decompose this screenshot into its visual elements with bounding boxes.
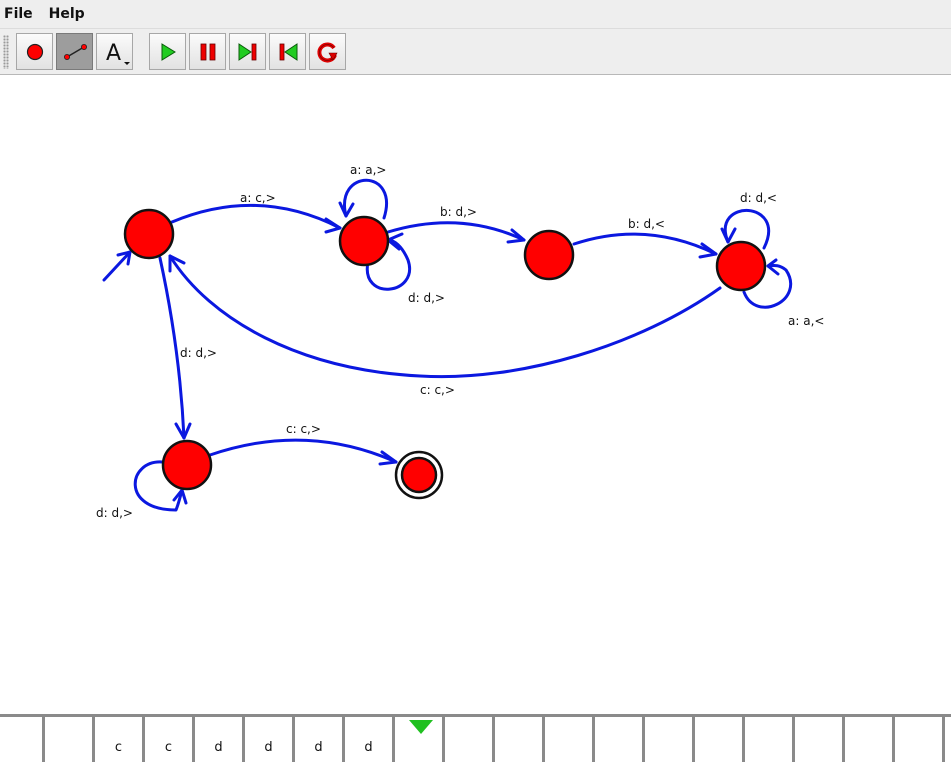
initial-arrow (102, 250, 132, 282)
transition-q4-q5[interactable]: c: c,> (208, 422, 398, 466)
transition-q0-q1[interactable]: a: c,> (170, 191, 342, 234)
tape-cell[interactable] (645, 717, 695, 762)
tape-head-icon[interactable] (409, 720, 433, 734)
tape: c c d d d d (0, 714, 951, 762)
text-a-icon: A (106, 41, 130, 66)
tape-cell[interactable] (45, 717, 95, 762)
transition-q2-q3[interactable]: b: d,< (572, 217, 718, 259)
svg-text:a: c,>: a: c,> (240, 191, 276, 205)
state-q4[interactable] (161, 439, 213, 491)
state-q1[interactable] (338, 215, 390, 267)
transition-q3-q0[interactable]: c: c,> (168, 254, 722, 397)
tape-cell[interactable] (745, 717, 795, 762)
self-loop-q1-top[interactable]: a: a,> (338, 163, 388, 220)
diagram-canvas[interactable]: a: c,> a: a,> d: d,> b: d,> b: d,< d: d,… (0, 76, 951, 714)
svg-text:c: c,>: c: c,> (286, 422, 321, 436)
run-button[interactable] (149, 33, 186, 70)
tape-cell[interactable] (695, 717, 745, 762)
transition-q0-q4[interactable]: d: d,> (158, 256, 217, 440)
step-back-icon (279, 42, 297, 61)
tape-cell[interactable] (495, 717, 545, 762)
play-icon (161, 42, 176, 61)
menu-bar: File Help (0, 0, 951, 29)
step-forward-icon (238, 42, 256, 61)
pause-icon (200, 43, 215, 60)
menu-help[interactable]: Help (41, 0, 93, 29)
text-tool-button[interactable]: A (96, 33, 133, 70)
toolbar: A (0, 29, 951, 75)
tape-cell[interactable]: d (345, 717, 395, 762)
tape-cell[interactable] (845, 717, 895, 762)
svg-text:c: c,>: c: c,> (420, 383, 455, 397)
tape-cell[interactable] (595, 717, 645, 762)
state-q0[interactable] (123, 208, 175, 260)
state-q2[interactable] (523, 229, 575, 281)
pause-button[interactable] (189, 33, 226, 70)
add-state-button[interactable] (16, 33, 53, 70)
svg-text:d: d,<: d: d,< (740, 191, 777, 205)
svg-text:b: d,<: b: d,< (628, 217, 665, 231)
transition-q1-q2[interactable]: b: d,> (386, 205, 526, 244)
svg-text:a: a,>: a: a,> (350, 163, 386, 177)
tape-cell[interactable] (445, 717, 495, 762)
tape-cell[interactable] (545, 717, 595, 762)
tape-cell[interactable] (895, 717, 945, 762)
toolbar-grip[interactable] (3, 35, 9, 69)
add-transition-button[interactable] (56, 33, 93, 70)
transition-line-icon (63, 43, 87, 60)
tape-cell[interactable]: c (145, 717, 195, 762)
self-loop-q3-top[interactable]: d: d,< (720, 191, 777, 250)
tape-cell[interactable] (795, 717, 845, 762)
step-back-button[interactable] (269, 33, 306, 70)
menu-file[interactable]: File (0, 0, 41, 29)
svg-text:b: d,>: b: d,> (440, 205, 477, 219)
accepting-state-q5[interactable] (394, 450, 444, 500)
tape-cell[interactable] (0, 717, 45, 762)
state-diagram: a: c,> a: a,> d: d,> b: d,> b: d,< d: d,… (96, 163, 824, 520)
svg-text:A: A (106, 41, 121, 66)
svg-text:a: a,<: a: a,< (788, 314, 824, 328)
svg-text:d: d,>: d: d,> (408, 291, 445, 305)
state-q3[interactable] (715, 240, 767, 292)
svg-text:d: d,>: d: d,> (180, 346, 217, 360)
tape-cell[interactable]: d (195, 717, 245, 762)
tape-cell[interactable]: c (95, 717, 145, 762)
reset-button[interactable] (309, 33, 346, 70)
tape-cell[interactable]: d (295, 717, 345, 762)
tape-cell[interactable]: d (245, 717, 295, 762)
red-circle-icon (26, 43, 43, 60)
reset-icon (316, 42, 338, 62)
step-forward-button[interactable] (229, 33, 266, 70)
svg-text:d: d,>: d: d,> (96, 506, 133, 520)
